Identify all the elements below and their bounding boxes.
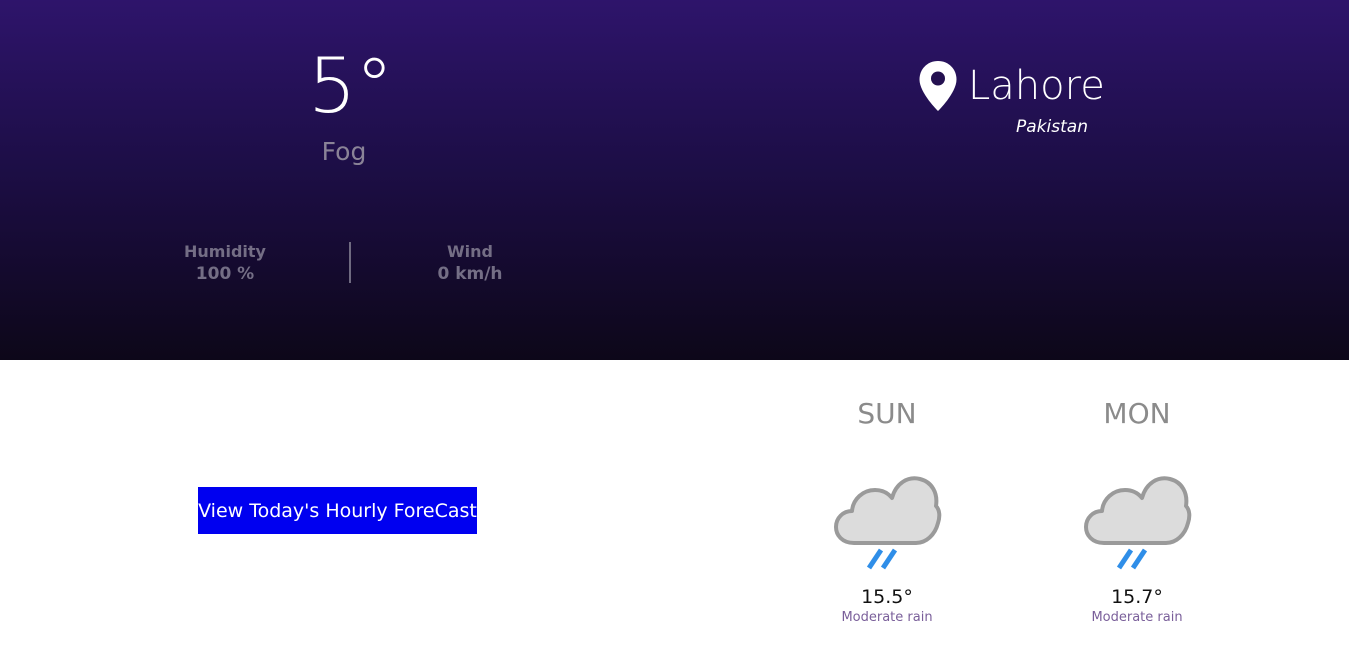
stat-divider <box>349 242 351 283</box>
forecast-day-card: MON 15.7° Moderate rain <box>1057 396 1217 627</box>
location-display: Lahore <box>918 58 1105 114</box>
wind-value: 0 km/h <box>437 264 503 284</box>
map-pin-icon <box>919 61 957 111</box>
forecast-description: Moderate rain <box>1091 610 1183 625</box>
wind-label: Wind <box>447 242 493 261</box>
wind-stat: Wind 0 km/h <box>405 242 535 285</box>
city-name: Lahore <box>968 63 1105 109</box>
forecast-day-card: SUN 15.5° Moderate rain <box>807 396 967 627</box>
forecast-description: Moderate rain <box>841 610 933 625</box>
current-condition: Fog <box>321 137 367 166</box>
country-name: Pakistan <box>1016 117 1088 137</box>
view-hourly-forecast-button[interactable]: View Today's Hourly ForeCast <box>198 487 477 534</box>
forecast-day-name: SUN <box>857 397 917 430</box>
humidity-stat: Humidity 100 % <box>160 242 290 285</box>
current-weather-panel: 5° Fog Humidity 100 % Wind 0 km/h Lahore… <box>0 0 1349 360</box>
humidity-value: 100 % <box>195 264 255 284</box>
rain-cloud-icon <box>834 476 942 570</box>
forecast-temperature: 15.7° <box>1111 586 1163 608</box>
forecast-temperature: 15.5° <box>861 586 913 608</box>
current-temperature: 5° <box>308 41 393 130</box>
humidity-label: Humidity <box>184 242 266 261</box>
rain-cloud-icon <box>1084 476 1192 570</box>
forecast-day-name: MON <box>1103 397 1171 430</box>
